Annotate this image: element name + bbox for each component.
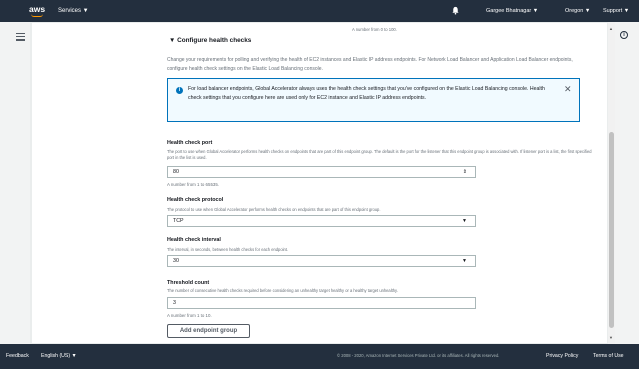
feedback-link[interactable]: Feedback [6, 353, 29, 359]
stepper-icon[interactable]: ⇕ [463, 167, 467, 177]
threshold-count-help: The number of consecutive health checks … [167, 288, 398, 293]
health-check-port-constraint: A number from 1 to 65535. [167, 182, 219, 187]
chevron-down-icon: ▼ [462, 218, 467, 224]
region-selector[interactable]: Oregon ▼ [565, 8, 590, 14]
close-icon[interactable]: ✕ [564, 84, 572, 95]
info-alert: i For load balancer endpoints, Global Ac… [167, 78, 580, 122]
chevron-down-icon: ▼ [462, 258, 467, 264]
user-menu[interactable]: Gargee Bhatnagar ▼ [486, 8, 538, 14]
previous-field-constraint: A number from 0 to 100. [352, 27, 397, 32]
menu-hamburger-icon[interactable] [16, 33, 25, 41]
aws-logo[interactable]: aws [29, 4, 45, 14]
notifications-bell-icon[interactable] [451, 6, 460, 15]
health-check-protocol-label: Health check protocol [167, 197, 224, 203]
main-scrollbar[interactable]: ▲ ▼ [608, 22, 615, 344]
health-check-port-help: The port to use when Global Accelerator … [167, 149, 592, 160]
health-check-protocol-select[interactable]: TCP ▼ [167, 215, 476, 227]
health-check-port-label: Health check port [167, 140, 213, 146]
support-menu[interactable]: Support ▼ [603, 8, 629, 14]
health-check-protocol-help: The protocol to use when Global Accelera… [167, 207, 381, 212]
section-description: Change your requirements for polling and… [167, 57, 573, 72]
aws-logo-smile [31, 14, 43, 17]
health-check-port-input[interactable]: 80 ⇕ [167, 166, 476, 178]
threshold-count-label: Threshold count [167, 280, 210, 286]
scrollbar-thumb[interactable] [609, 132, 614, 328]
footer-bar: Feedback English (US) ▼ © 2008 - 2020, A… [0, 344, 639, 369]
health-check-interval-help: The interval, in seconds, between health… [167, 247, 289, 252]
threshold-count-constraint: A number from 1 to 10. [167, 313, 212, 318]
health-check-port-value: 80 [173, 169, 179, 175]
health-check-interval-select[interactable]: 30 ▼ [167, 255, 476, 267]
info-alert-text: For load balancer endpoints, Global Acce… [188, 86, 545, 101]
threshold-count-value: 3 [173, 300, 176, 306]
terms-of-use-link[interactable]: Terms of Use [593, 353, 624, 359]
configure-health-checks-toggle[interactable]: ▼ Configure health checks [169, 37, 251, 44]
threshold-count-input[interactable]: 3 [167, 297, 476, 309]
main-panel: A number from 0 to 100. ▼ Configure heal… [31, 22, 608, 344]
privacy-policy-link[interactable]: Privacy Policy [546, 353, 578, 359]
health-check-protocol-value: TCP [173, 218, 184, 224]
help-info-icon[interactable]: i [620, 31, 628, 39]
scroll-up-arrow-icon[interactable]: ▲ [609, 26, 613, 31]
services-menu[interactable]: Services ▼ [58, 8, 89, 14]
left-navigation [0, 22, 31, 344]
info-icon: i [176, 87, 183, 94]
health-check-interval-value: 30 [173, 258, 179, 264]
health-check-interval-label: Health check interval [167, 237, 221, 243]
scroll-down-arrow-icon[interactable]: ▼ [609, 335, 613, 340]
top-navigation-bar: aws Services ▼ Gargee Bhatnagar ▼ Oregon… [0, 0, 639, 22]
copyright-text: © 2008 - 2020, Amazon Internet Services … [337, 353, 500, 358]
language-selector[interactable]: English (US) ▼ [41, 353, 77, 359]
add-endpoint-group-button[interactable]: Add endpoint group [167, 324, 250, 338]
